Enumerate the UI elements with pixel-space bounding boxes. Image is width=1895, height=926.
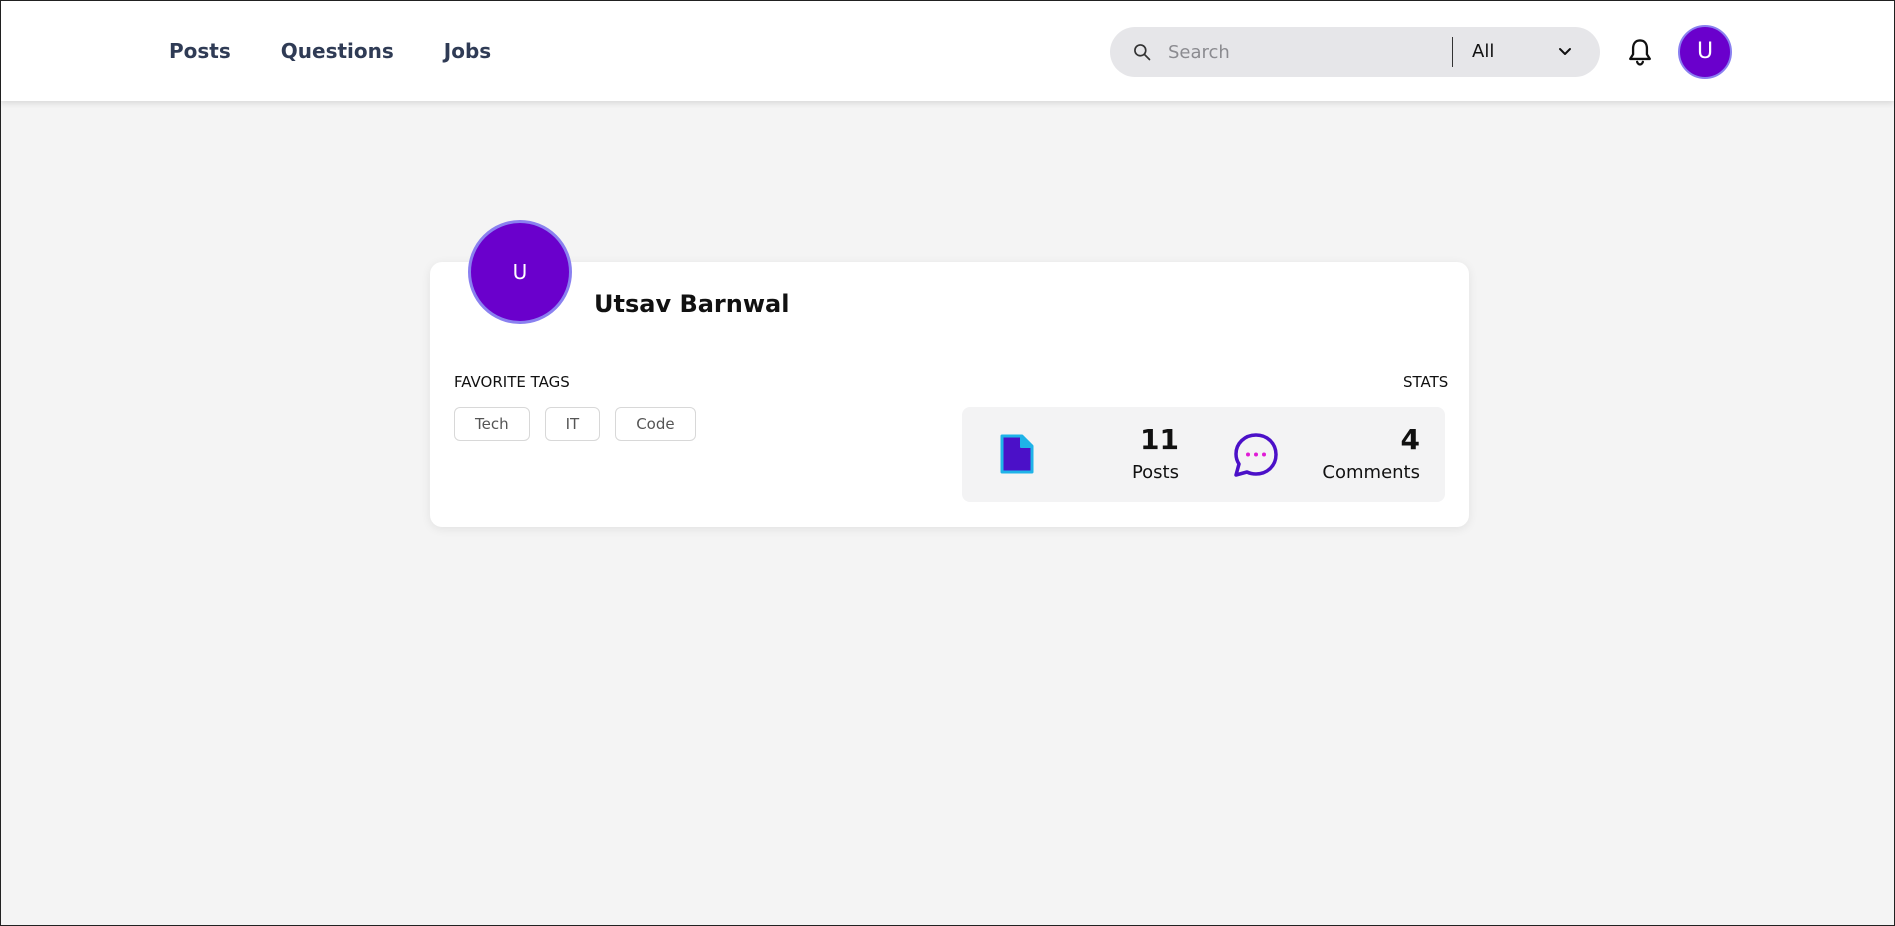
comments-count: 4	[1400, 423, 1420, 456]
stats-panel: 11 Posts 4 Comments	[962, 407, 1445, 502]
posts-label: Posts	[1131, 462, 1179, 483]
search-filter-select[interactable]: All	[1472, 37, 1582, 67]
tag-chip[interactable]: Code	[615, 407, 696, 441]
bell-icon[interactable]	[1626, 37, 1654, 67]
chevron-down-icon	[1559, 48, 1571, 55]
user-avatar-button[interactable]: U	[1678, 25, 1732, 79]
posts-count: 11	[1140, 423, 1179, 456]
favorite-tags-list: Tech IT Code	[454, 407, 696, 441]
top-navbar: Posts Questions Jobs All U	[1, 1, 1894, 101]
nav-jobs[interactable]: Jobs	[444, 39, 491, 63]
main-nav: Posts Questions Jobs	[169, 39, 491, 63]
document-icon	[1000, 434, 1034, 474]
tag-chip[interactable]: IT	[544, 407, 601, 441]
search-bar: All	[1110, 27, 1600, 77]
search-filter-value: All	[1472, 41, 1495, 62]
nav-questions[interactable]: Questions	[281, 39, 394, 63]
search-icon	[1134, 44, 1151, 61]
comments-label: Comments	[1322, 462, 1420, 483]
profile-username: Utsav Barnwal	[594, 290, 790, 318]
tag-chip[interactable]: Tech	[454, 407, 530, 441]
nav-posts[interactable]: Posts	[169, 39, 231, 63]
chat-bubble-icon	[1234, 433, 1278, 477]
profile-avatar: U	[468, 220, 572, 324]
search-divider	[1452, 37, 1453, 67]
favorite-tags-heading: FAVORITE TAGS	[454, 373, 570, 391]
stats-heading: STATS	[1403, 373, 1449, 391]
